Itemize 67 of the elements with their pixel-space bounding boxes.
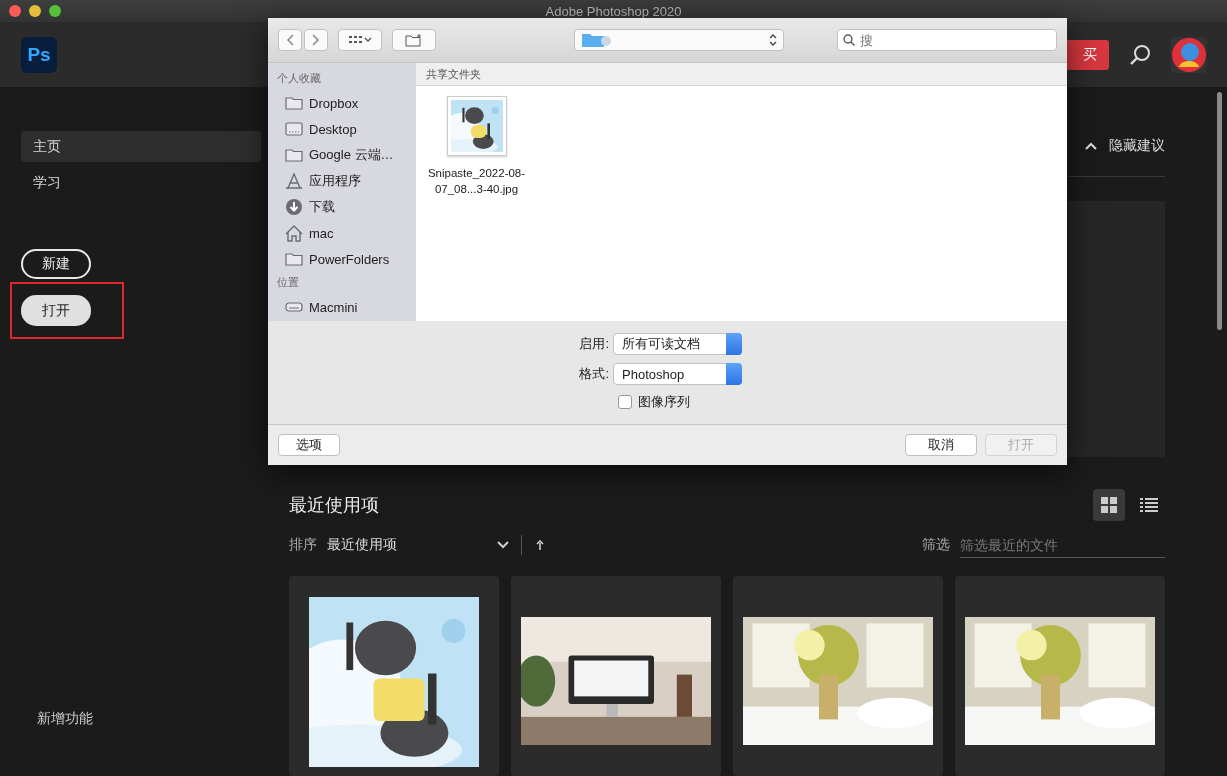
list-icon [1140,496,1158,513]
folder-icon [285,96,303,110]
view-mode-button[interactable] [338,29,382,51]
zoom-button[interactable] [49,5,61,17]
sort-label: 排序 [289,536,317,555]
scrollbar[interactable] [1217,92,1222,330]
window-title: Adobe Photoshop 2020 [545,3,682,19]
options-button[interactable]: 选项 [278,434,340,456]
sidebar-item[interactable]: mac [309,225,334,241]
sort-dropdown[interactable]: 最近使用项 [327,536,497,555]
app-logo: Ps [21,36,57,73]
new-button[interactable]: 新建 [21,249,91,279]
folder-icon [285,252,303,266]
grid-icon [1101,496,1117,513]
sidebar-item[interactable]: 下载 [309,198,335,216]
forward-icon [312,34,320,46]
drive-icon [285,302,303,312]
close-button[interactable] [9,5,21,17]
new-folder-icon [405,33,423,47]
file-card[interactable] [955,576,1165,776]
file-card[interactable] [511,576,721,776]
minimize-button[interactable] [29,5,41,17]
folder-icon [581,32,611,48]
icon-grid-icon [348,35,372,45]
sidebar-item[interactable]: PowerFolders [309,251,390,267]
apps-icon [285,173,303,189]
filter-label: 筛选 [922,536,950,555]
enable-label: 启用: [578,335,609,353]
sidebar-item[interactable]: 应用程序 [309,172,361,190]
file-card[interactable] [289,576,499,776]
folder-header: 共享文件夹 [416,63,1067,86]
grid-view-button[interactable] [1093,488,1125,521]
open-button[interactable]: 打开 [21,295,91,326]
nav-item[interactable]: 主页 [21,131,261,162]
whats-new-link[interactable]: 新增功能 [21,710,93,728]
cancel-button[interactable]: 取消 [905,434,977,456]
sidebar-heading: 个人收藏 [277,71,322,86]
download-icon [285,198,303,216]
sidebar-item[interactable]: Dropbox [309,95,359,111]
sidebar-item[interactable]: Google 云端… [309,146,394,164]
sidebar-item[interactable]: Macmini [309,299,358,315]
avatar[interactable] [1171,36,1207,73]
desktop-icon [285,122,303,136]
checkbox-label: 图像序列 [637,393,690,411]
format-label: 格式: [578,365,609,383]
search-icon[interactable] [1129,43,1151,66]
stepper-icon [769,34,777,46]
sidebar-heading: 位置 [277,275,300,290]
checkbox[interactable] [617,395,632,409]
section-title: 最近使用项 [289,493,379,517]
nav-item[interactable]: 学习 [21,167,261,198]
file-name: Snipaste_2022-08-07_08...3-40.jpg [426,166,527,197]
chevron-down-icon[interactable] [497,541,509,550]
enable-dropdown[interactable]: 所有可读文档 [613,333,742,355]
back-icon [286,34,294,46]
sort-arrow-icon[interactable] [536,540,544,551]
home-icon [285,224,303,242]
caret-icon[interactable] [1085,141,1097,150]
sidebar-item[interactable]: Desktop [309,121,357,137]
search-field[interactable]: 搜 [837,29,1057,51]
file-thumbnail[interactable] [446,96,507,156]
hide-suggestions-link[interactable]: 隐藏建议 [1109,136,1165,155]
folder-icon [285,148,303,162]
format-dropdown[interactable]: Photoshop [613,363,742,385]
file-card[interactable] [733,576,943,776]
filter-field[interactable]: 筛选最近的文件 [960,532,1165,558]
search-icon [843,34,855,46]
